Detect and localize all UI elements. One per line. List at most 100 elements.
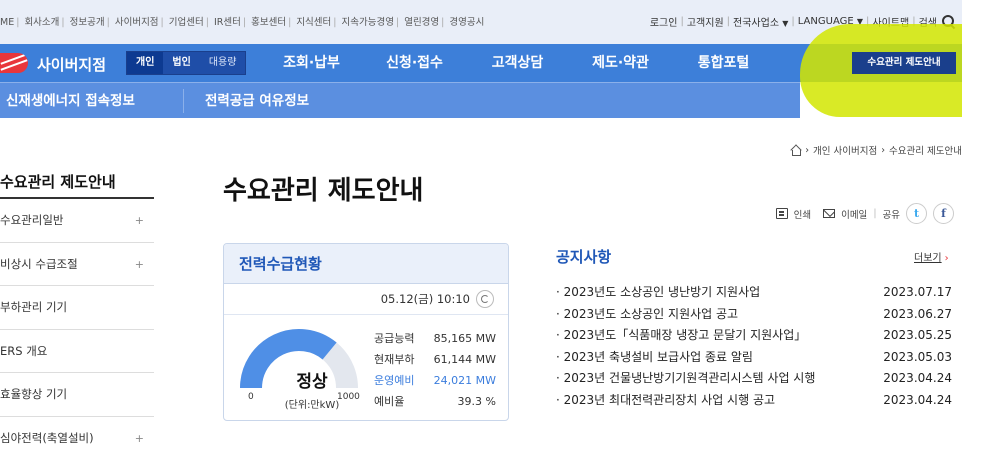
main-menu: 조회·납부 신청·접수 고객상담 제도·약관 통합포털 [260, 44, 775, 82]
subnav-renewable-connection[interactable]: 신재생에너지 접속정보 [6, 83, 135, 119]
notice-date: 2023.04.24 [883, 371, 952, 386]
business-sites-dropdown[interactable]: 전국사업소 ▼ [733, 14, 788, 29]
corp-link-business-center[interactable]: 기업센터 [169, 17, 204, 28]
corp-link-cyber-branch[interactable]: 사이버지점 [115, 17, 159, 28]
twitter-icon[interactable]: t [906, 203, 927, 224]
sidebar-item-label: 효율향상 기기 [0, 387, 68, 401]
caret-down-icon: ▼ [782, 19, 789, 28]
chevron-right-icon: › [881, 144, 886, 156]
notice-text: · 2023년도「식품매장 냉장고 문달기 지원사업」 [556, 328, 807, 343]
menu-inquiry-payment[interactable]: 조회·납부 [260, 44, 363, 82]
subnav-power-supply-margin[interactable]: 전력공급 여유정보 [205, 83, 309, 119]
gauge-status: 정상 [296, 372, 328, 392]
corp-link-knowledge-center[interactable]: 지식센터 [296, 17, 331, 28]
stat-value: 85,165 MW [433, 332, 496, 345]
stat-label: 현재부하 [374, 353, 415, 366]
home-icon[interactable] [790, 145, 802, 156]
breadcrumb-item-cyber-branch[interactable]: 개인 사이버지점 [813, 143, 877, 157]
stat-value: 61,144 MW [433, 353, 496, 366]
notice-list: · 2023년도 소상공인 냉난방기 지원사업 2023.07.17 · 2023… [556, 282, 952, 412]
mail-icon[interactable] [823, 209, 836, 218]
sidebar-item-general[interactable]: 수요관리일반 + [0, 199, 154, 243]
corp-link-sustainability[interactable]: 지속가능경영 [342, 17, 394, 28]
plus-icon: + [134, 431, 144, 445]
demand-management-button[interactable]: 수요관리 제도안내 [852, 52, 956, 74]
print-button[interactable]: 인쇄 [794, 207, 811, 221]
tab-large-volume[interactable]: 대용량 [200, 52, 246, 74]
menu-consultation[interactable]: 고객상담 [466, 44, 569, 82]
chevron-right-icon: › [805, 144, 810, 156]
corp-link-disclosure[interactable]: 정보공개 [70, 17, 105, 28]
more-link-label: 더보기 [914, 253, 942, 264]
power-card-timestamp: 05.12(금) 10:10 [380, 292, 470, 306]
stat-reserve-rate: 예비율 39.3 % [374, 391, 496, 412]
business-sites-label: 전국사업소 [733, 18, 780, 29]
notice-text: · 2023년도 소상공인 지원사업 공고 [556, 306, 739, 321]
notice-date: 2023.05.03 [883, 349, 952, 364]
menu-application[interactable]: 신청·접수 [363, 44, 466, 82]
share-label: 공유 [882, 209, 900, 221]
customer-type-tabs: 개인 법인 대용량 [126, 51, 247, 75]
list-item[interactable]: · 2023년 건물냉난방기기원격관리시스템 사업 시행 2023.04.24 [556, 368, 952, 390]
page-title: 수요관리 제도안내 [223, 176, 424, 206]
list-item[interactable]: · 2023년도 소상공인 냉난방기 지원사업 2023.07.17 [556, 282, 952, 304]
login-link[interactable]: 로그인 [650, 14, 678, 29]
more-link[interactable]: 더보기 › [914, 249, 949, 264]
sidebar-item-label: 비상시 수급조절 [0, 256, 78, 271]
plus-icon: + [134, 214, 144, 227]
menu-system-terms[interactable]: 제도·약관 [569, 44, 672, 82]
power-card-timestamp-row: 05.12(금) 10:10 [381, 290, 494, 308]
tab-corporate[interactable]: 법인 [163, 52, 199, 74]
print-icon[interactable] [775, 208, 788, 219]
sidebar-title: 수요관리 제도안내 [0, 165, 154, 199]
sidebar-item-label: ERS 개요 [0, 343, 48, 358]
sub-navigation: 신재생에너지 접속정보 전력공급 여유정보 [0, 82, 800, 118]
power-stats: 공급능력 85,165 MW 현재부하 61,144 MW 운영예비 24,021 M… [374, 328, 496, 412]
list-item[interactable]: · 2023년 축냉설비 보급사업 종료 알림 2023.05.03 [556, 347, 952, 369]
sidebar-item-efficiency[interactable]: 효율향상 기기 [0, 373, 154, 417]
page-tools: 인쇄 이메일 | 공유 t f [775, 203, 954, 224]
corp-link-ir-center[interactable]: IR센터 [214, 17, 241, 28]
corp-link-home[interactable]: ME [0, 17, 14, 28]
facebook-icon[interactable]: f [933, 203, 954, 224]
notice-date: 2023.06.27 [883, 306, 952, 321]
breadcrumb: › 개인 사이버지점 › 수요관리 제도안내 [790, 143, 962, 157]
sidebar-item-ers[interactable]: ERS 개요 [0, 330, 154, 373]
corporate-links: ME | 회사소개 | 정보공개 | 사이버지점 | 기업센터 | IR센터 | 홍보센터 |… [0, 17, 485, 28]
corp-link-about[interactable]: 회사소개 [24, 17, 59, 28]
gauge-min: 0 [248, 392, 254, 402]
notice-date: 2023.07.17 [883, 285, 952, 299]
notice-text: · 2023년 축냉설비 보급사업 종료 알림 [556, 349, 753, 364]
stat-supply-capacity: 공급능력 85,165 MW [374, 328, 496, 349]
chevron-right-icon: › [944, 253, 949, 264]
list-item[interactable]: · 2023년도「식품매장 냉장고 문달기 지원사업」 2023.05.25 [556, 325, 952, 347]
list-item[interactable]: · 2023년도 소상공인 지원사업 공고 2023.06.27 [556, 304, 952, 326]
kepco-logo-icon[interactable] [0, 53, 28, 73]
tab-personal[interactable]: 개인 [127, 52, 164, 74]
gauge-max: 1000 [337, 392, 360, 402]
notice-title: 공지사항 [556, 248, 612, 266]
stat-label: 운영예비 [374, 374, 415, 387]
sidebar-item-label: 수요관리일반 [0, 213, 64, 227]
notice-text: · 2023년도 소상공인 냉난방기 지원사업 [556, 285, 761, 299]
notice-text: · 2023년 건물냉난방기기원격관리시스템 사업 시행 [556, 371, 816, 386]
corp-link-pr-center[interactable]: 홍보센터 [251, 17, 286, 28]
corp-link-open-management[interactable]: 열린경영 [404, 17, 439, 28]
stat-value: 24,021 MW [433, 374, 496, 387]
power-card-title: 전력수급현황 [224, 244, 508, 284]
divider: | [873, 208, 877, 219]
sidebar-item-load-devices[interactable]: 부하관리 기기 [0, 286, 154, 330]
card-divider [224, 314, 508, 315]
list-item[interactable]: · 2023년 최대전력관리장치 사업 시행 공고 2023.04.24 [556, 390, 952, 412]
menu-integrated-portal[interactable]: 통합포털 [672, 44, 775, 82]
customer-support-link[interactable]: 고객지원 [687, 14, 724, 29]
refresh-icon[interactable] [476, 290, 494, 308]
corp-link-management-disclosure[interactable]: 경영공시 [449, 17, 484, 28]
stat-operating-reserve: 운영예비 24,021 MW [374, 370, 496, 391]
email-button[interactable]: 이메일 [841, 207, 867, 221]
notice-text: · 2023년 최대전력관리장치 사업 시행 공고 [556, 392, 776, 407]
brand-title[interactable]: 사이버지점 [37, 54, 106, 75]
sidebar-item-night-power[interactable]: 심야전력(축열설비) + [0, 417, 154, 449]
sidebar-item-label: 심야전력(축열설비) [0, 430, 94, 445]
sidebar-item-emergency[interactable]: 비상시 수급조절 + [0, 243, 154, 286]
